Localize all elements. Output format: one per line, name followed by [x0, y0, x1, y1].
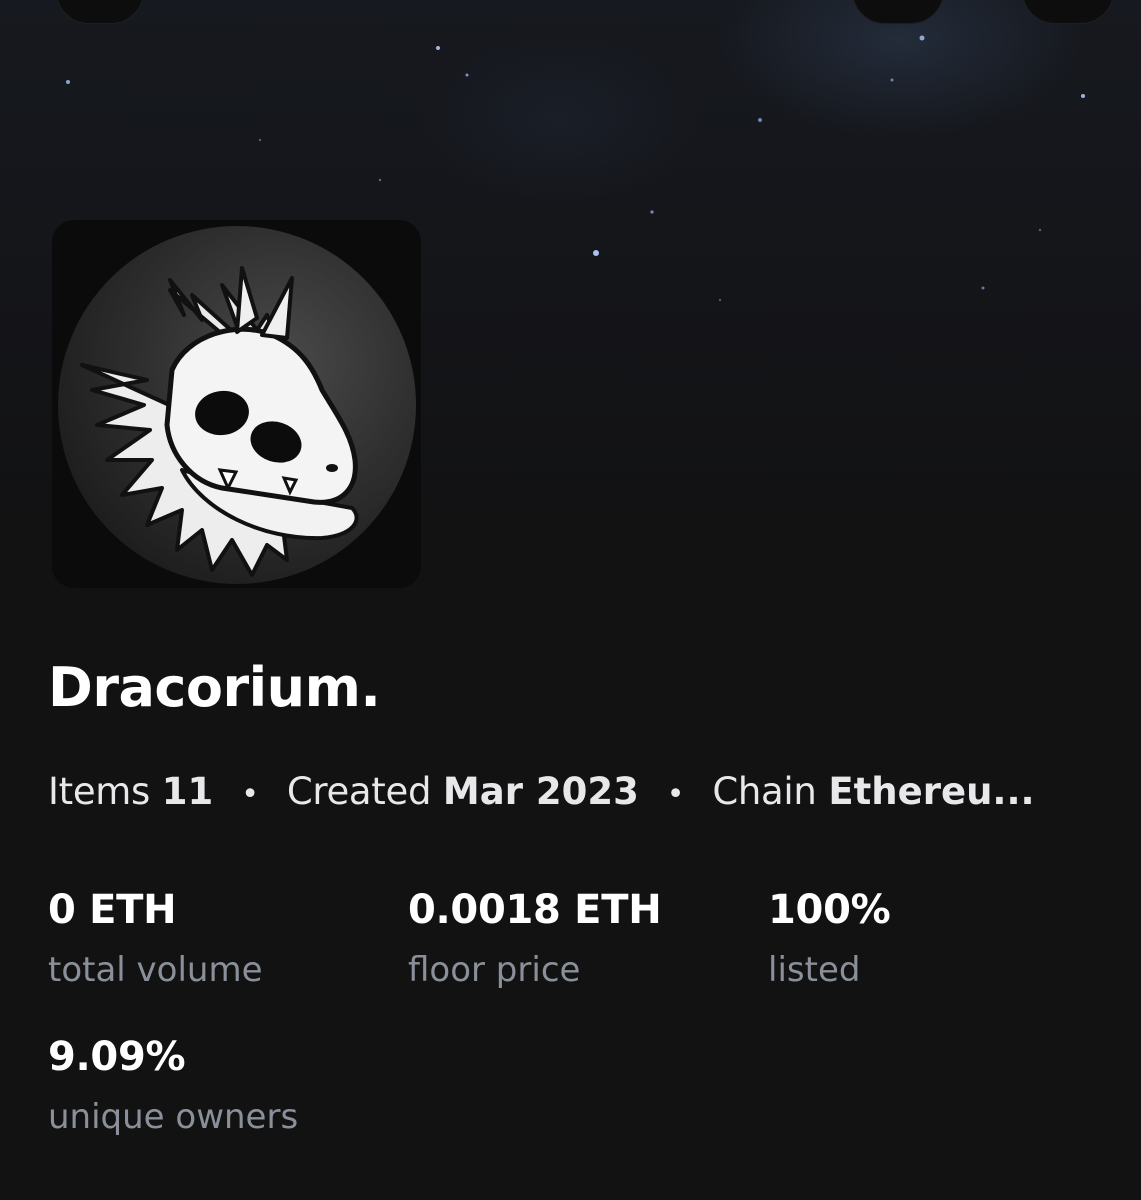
- collection-title: Dracorium.: [48, 656, 381, 719]
- meta-separator: •: [666, 777, 685, 812]
- stat-label: unique owners: [48, 1097, 299, 1137]
- items-value: 11: [161, 770, 214, 813]
- created-label: Created: [286, 770, 432, 813]
- chain-label: Chain: [712, 770, 817, 813]
- stat-label: floor price: [408, 950, 581, 990]
- collection-meta: Items 11 • Created Mar 2023 • Chain Ethe…: [48, 766, 1035, 818]
- collection-avatar: [52, 220, 421, 588]
- stat-total-volume: 0 ETH total volume: [48, 885, 263, 993]
- stat-unique-owners: 9.09% unique owners: [48, 1032, 298, 1140]
- stat-label: total volume: [48, 950, 263, 990]
- created-value: Mar 2023: [442, 770, 639, 813]
- stat-value: 9.09%: [48, 1034, 186, 1080]
- stat-value: 0.0018 ETH: [408, 887, 662, 933]
- stat-floor-price: 0.0018 ETH floor price: [408, 885, 662, 993]
- meta-separator: •: [241, 777, 259, 812]
- stat-value: 100%: [768, 887, 891, 933]
- items-label: Items: [48, 770, 151, 813]
- stat-listed: 100% listed: [768, 885, 891, 993]
- stat-label: listed: [768, 950, 861, 990]
- dragon-skull-logo-icon: [58, 226, 416, 584]
- chain-value[interactable]: Ethereu...: [828, 770, 1034, 813]
- stat-value: 0 ETH: [48, 887, 177, 933]
